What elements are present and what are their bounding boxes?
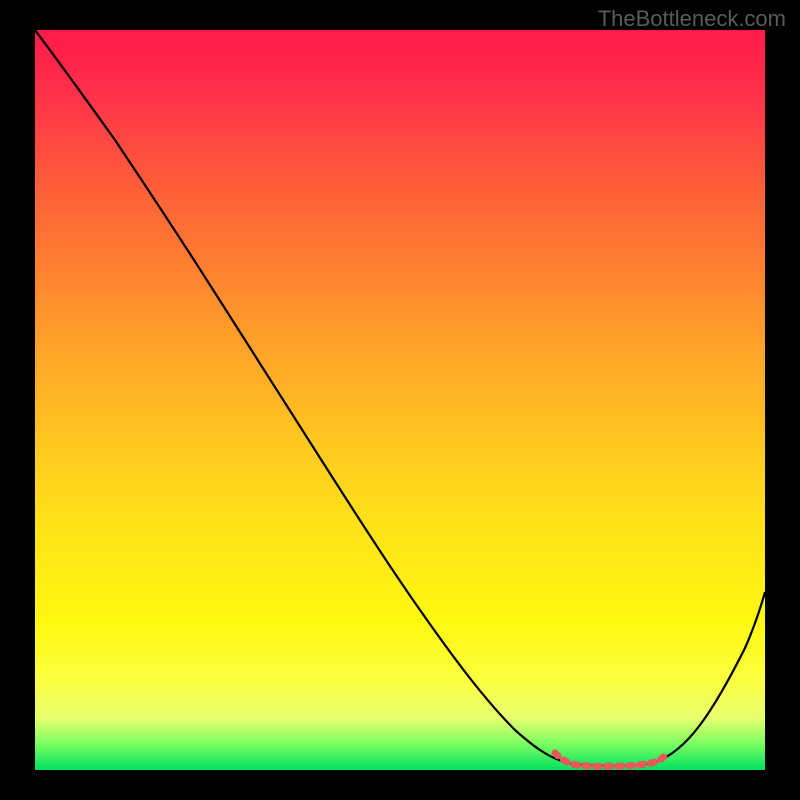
optimal-zone-marker — [555, 753, 665, 766]
chart-plot-area — [35, 30, 765, 770]
watermark-text: TheBottleneck.com — [598, 6, 786, 32]
bottleneck-curve — [35, 30, 765, 770]
curve-path — [35, 30, 765, 766]
